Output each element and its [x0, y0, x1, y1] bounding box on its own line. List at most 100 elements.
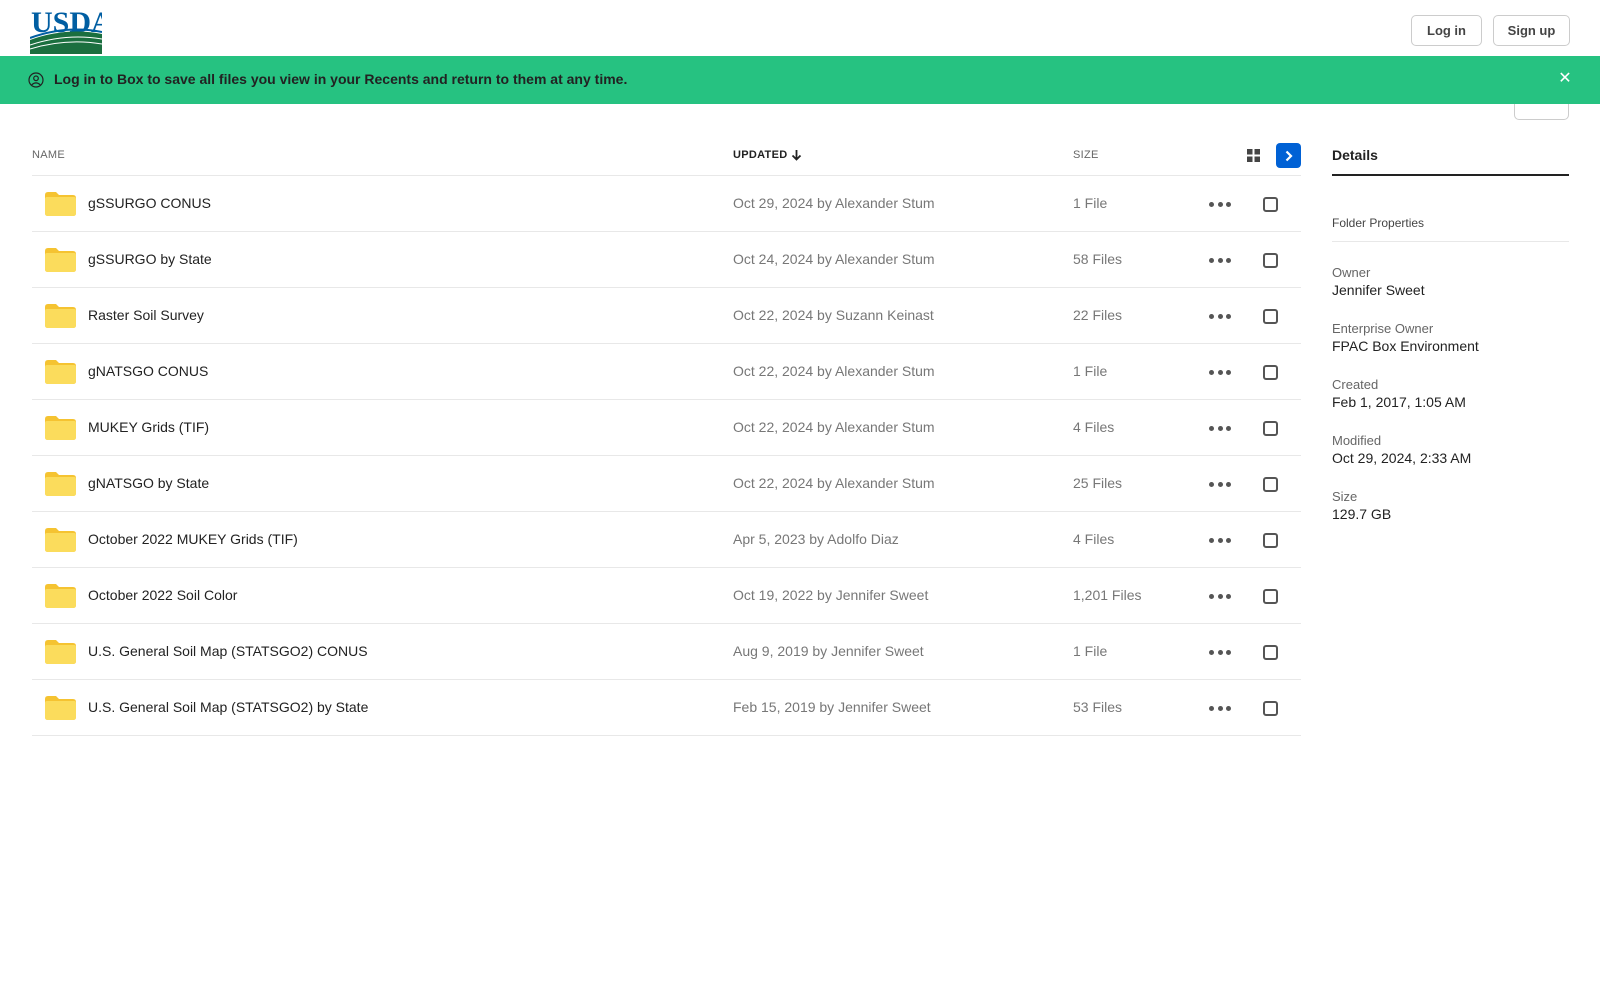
row-updated: Oct 29, 2024 by Alexander Stum — [733, 195, 935, 211]
more-options-icon[interactable] — [1209, 698, 1231, 718]
more-options-icon[interactable] — [1209, 250, 1231, 270]
user-circle-icon — [28, 72, 44, 88]
tab-underline — [1332, 174, 1569, 176]
table-row[interactable]: October 2022 MUKEY Grids (TIF) Apr 5, 20… — [32, 512, 1301, 568]
row-updated: Oct 19, 2022 by Jennifer Sweet — [733, 587, 929, 603]
created-value: Feb 1, 2017, 1:05 AM — [1332, 394, 1466, 410]
expand-sidebar-button[interactable] — [1276, 143, 1301, 168]
row-updated: Oct 22, 2024 by Alexander Stum — [733, 363, 935, 379]
more-options-icon[interactable] — [1209, 474, 1231, 494]
more-options-icon[interactable] — [1209, 194, 1231, 214]
row-updated: Oct 22, 2024 by Suzann Keinast — [733, 307, 934, 323]
enterprise-owner-value: FPAC Box Environment — [1332, 338, 1479, 354]
size-value: 129.7 GB — [1332, 506, 1392, 522]
row-name-link[interactable]: gSSURGO CONUS — [88, 195, 211, 211]
folder-icon — [45, 416, 76, 440]
row-name-link[interactable]: U.S. General Soil Map (STATSGO2) CONUS — [88, 643, 368, 659]
folder-icon — [45, 360, 76, 384]
table-row[interactable]: U.S. General Soil Map (STATSGO2) CONUS A… — [32, 624, 1301, 680]
table-row[interactable]: gNATSGO CONUS Oct 22, 2024 by Alexander … — [32, 344, 1301, 400]
row-updated: Aug 9, 2019 by Jennifer Sweet — [733, 643, 924, 659]
table-row[interactable]: gSSURGO CONUS Oct 29, 2024 by Alexander … — [32, 176, 1301, 232]
row-updated: Oct 22, 2024 by Alexander Stum — [733, 475, 935, 491]
row-name-link[interactable]: gSSURGO by State — [88, 251, 212, 267]
table-row[interactable]: U.S. General Soil Map (STATSGO2) by Stat… — [32, 680, 1301, 736]
created-label: Created — [1332, 377, 1379, 392]
folder-icon — [45, 528, 76, 552]
owner-value: Jennifer Sweet — [1332, 282, 1425, 298]
row-updated: Oct 24, 2024 by Alexander Stum — [733, 251, 935, 267]
checkbox-icon[interactable] — [1263, 197, 1278, 212]
row-size: 1 File — [1073, 363, 1108, 379]
row-name-link[interactable]: gNATSGO CONUS — [88, 363, 208, 379]
more-options-icon[interactable] — [1209, 306, 1231, 326]
size-label: Size — [1332, 489, 1358, 504]
folder-icon — [45, 640, 76, 664]
row-updated: Feb 15, 2019 by Jennifer Sweet — [733, 699, 931, 715]
row-size: 4 Files — [1073, 531, 1115, 547]
column-header-updated[interactable]: UPDATED — [733, 149, 802, 161]
login-button[interactable]: Log in — [1411, 15, 1482, 46]
folder-icon — [45, 472, 76, 496]
section-heading-folder-properties: Folder Properties — [1332, 216, 1425, 230]
checkbox-icon[interactable] — [1263, 421, 1278, 436]
row-size: 1,201 Files — [1073, 587, 1142, 603]
table-row[interactable]: Raster Soil Survey Oct 22, 2024 by Suzan… — [32, 288, 1301, 344]
more-options-icon[interactable] — [1209, 530, 1231, 550]
row-size: 53 Files — [1073, 699, 1123, 715]
folder-icon — [45, 192, 76, 216]
column-header-updated-label: UPDATED — [733, 149, 788, 161]
folder-icon — [45, 304, 76, 328]
more-options-icon[interactable] — [1209, 642, 1231, 662]
row-name-link[interactable]: U.S. General Soil Map (STATSGO2) by Stat… — [88, 699, 368, 715]
row-name-link[interactable]: Raster Soil Survey — [88, 307, 204, 323]
column-header-name[interactable]: NAME — [32, 149, 65, 161]
row-name-link[interactable]: MUKEY Grids (TIF) — [88, 419, 209, 435]
section-divider — [1332, 241, 1569, 242]
table-row[interactable]: October 2022 Soil Color Oct 19, 2022 by … — [32, 568, 1301, 624]
top-header: USDA Log in Sign up — [0, 0, 1600, 56]
folder-icon — [45, 584, 76, 608]
row-size: 1 File — [1073, 195, 1108, 211]
owner-label: Owner — [1332, 265, 1371, 280]
checkbox-icon[interactable] — [1263, 701, 1278, 716]
chevron-right-icon — [1285, 150, 1293, 161]
folder-icon — [45, 248, 76, 272]
column-header-size[interactable]: SIZE — [1073, 149, 1099, 161]
row-size: 1 File — [1073, 643, 1108, 659]
banner-message: Log in to Box to save all files you view… — [54, 71, 628, 87]
close-icon[interactable]: ✕ — [1556, 70, 1574, 88]
row-name-link[interactable]: October 2022 MUKEY Grids (TIF) — [88, 531, 298, 547]
more-options-icon[interactable] — [1209, 418, 1231, 438]
row-size: 4 Files — [1073, 419, 1115, 435]
tab-details[interactable]: Details — [1332, 147, 1378, 163]
checkbox-icon[interactable] — [1263, 477, 1278, 492]
checkbox-icon[interactable] — [1263, 309, 1278, 324]
row-name-link[interactable]: gNATSGO by State — [88, 475, 209, 491]
grid-view-icon[interactable] — [1247, 149, 1260, 162]
signup-button[interactable]: Sign up — [1493, 15, 1570, 46]
modified-label: Modified — [1332, 433, 1382, 448]
table-row[interactable]: gNATSGO by State Oct 22, 2024 by Alexand… — [32, 456, 1301, 512]
row-updated: Apr 5, 2023 by Adolfo Diaz — [733, 531, 899, 547]
checkbox-icon[interactable] — [1263, 253, 1278, 268]
row-size: 58 Files — [1073, 251, 1123, 267]
row-name-link[interactable]: October 2022 Soil Color — [88, 587, 237, 603]
table-row[interactable]: gSSURGO by State Oct 24, 2024 by Alexand… — [32, 232, 1301, 288]
checkbox-icon[interactable] — [1263, 533, 1278, 548]
arrow-down-icon — [792, 150, 802, 161]
row-size: 22 Files — [1073, 307, 1123, 323]
modified-value: Oct 29, 2024, 2:33 AM — [1332, 450, 1472, 466]
usda-logo[interactable]: USDA — [30, 5, 102, 54]
table-row[interactable]: MUKEY Grids (TIF) Oct 22, 2024 by Alexan… — [32, 400, 1301, 456]
folder-list: gSSURGO CONUS Oct 29, 2024 by Alexander … — [32, 176, 1301, 736]
checkbox-icon[interactable] — [1263, 645, 1278, 660]
more-options-icon[interactable] — [1209, 362, 1231, 382]
checkbox-icon[interactable] — [1263, 365, 1278, 380]
enterprise-owner-label: Enterprise Owner — [1332, 321, 1434, 336]
login-banner: Log in to Box to save all files you view… — [0, 56, 1600, 104]
row-updated: Oct 22, 2024 by Alexander Stum — [733, 419, 935, 435]
row-size: 25 Files — [1073, 475, 1123, 491]
checkbox-icon[interactable] — [1263, 589, 1278, 604]
more-options-icon[interactable] — [1209, 586, 1231, 606]
